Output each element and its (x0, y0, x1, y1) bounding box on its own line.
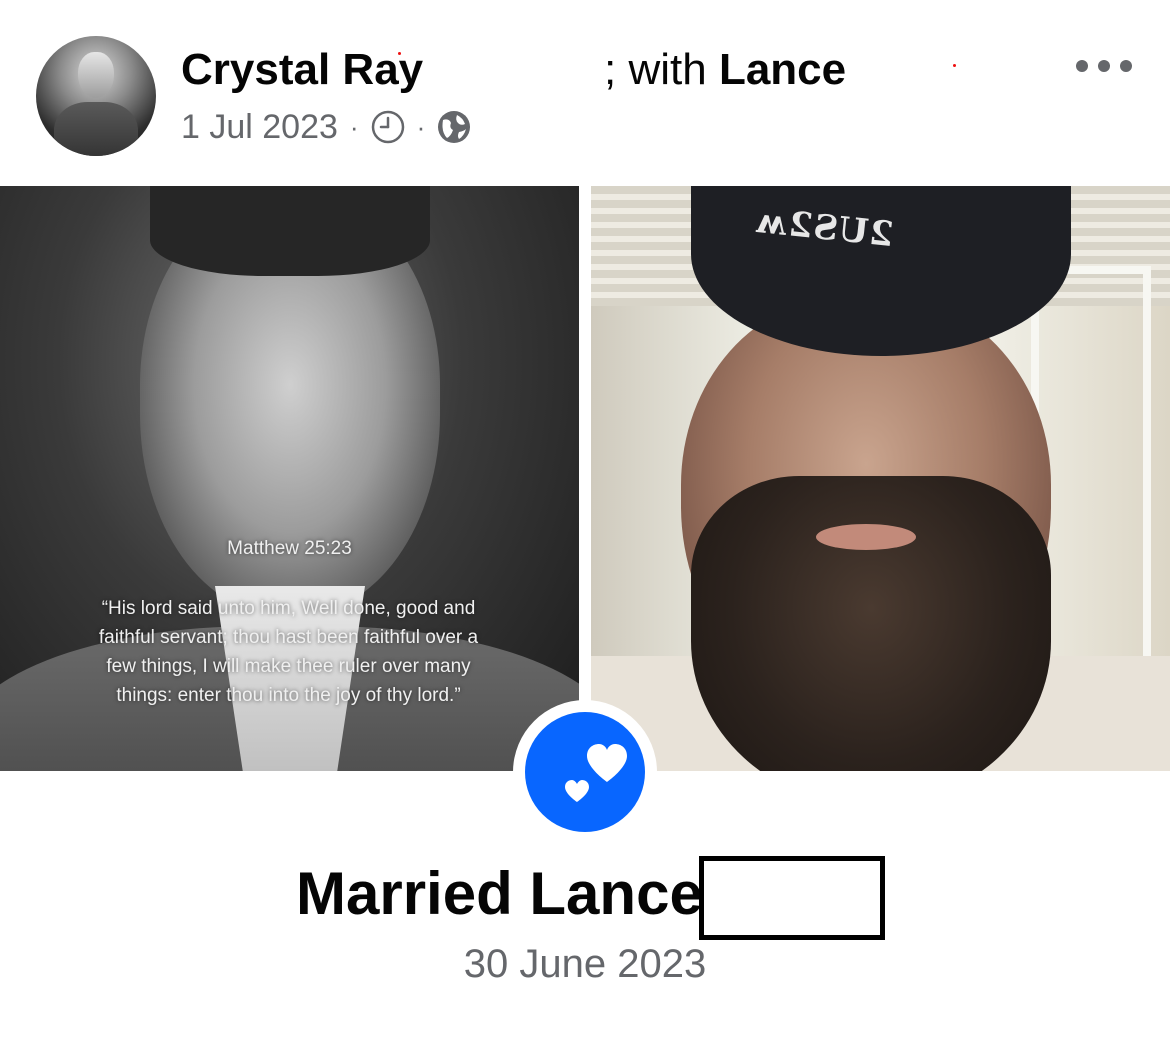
right-photo-beard (691, 476, 1051, 771)
red-dot-marker (953, 64, 956, 67)
verse-reference: Matthew 25:23 (227, 538, 352, 559)
right-photo[interactable]: 2US2ʍ (591, 186, 1170, 771)
post-date[interactable]: 1 Jul 2023 (181, 108, 338, 147)
right-photo-mouth (816, 524, 916, 550)
tagged-person-link[interactable]: Lance (719, 45, 846, 94)
tagged-with-line: ; with Lance (604, 44, 846, 96)
redaction-box (699, 856, 885, 940)
meta-separator: · (349, 111, 359, 142)
post-meta: 1 Jul 2023 · · (181, 106, 471, 148)
life-event-date: 30 June 2023 (463, 942, 707, 986)
verse-quote: “His lord said unto him, Well done, good… (98, 598, 479, 706)
life-event-badge (513, 700, 657, 844)
more-horizontal-icon (1076, 60, 1088, 72)
author-name[interactable]: Crystal Ray (181, 44, 423, 96)
with-text: ; with (604, 45, 707, 94)
left-photo[interactable]: Matthew 25:23 “His lord said unto him, W… (0, 186, 579, 771)
red-dot-marker (398, 52, 401, 55)
clock-icon (371, 110, 404, 144)
life-event-title: Married Lance (296, 860, 703, 927)
more-horizontal-icon (1098, 60, 1110, 72)
author-avatar[interactable] (36, 36, 156, 156)
avatar-figure-body (54, 102, 138, 156)
hearts-icon (565, 744, 627, 802)
more-options-button[interactable] (1076, 46, 1132, 86)
avatar-figure-head (78, 52, 114, 98)
right-photo-cap (691, 186, 1071, 356)
more-horizontal-icon (1120, 60, 1132, 72)
globe-icon[interactable] (437, 110, 471, 144)
post-header: Crystal Ray ; with Lance 1 Jul 2023 · · (0, 0, 1170, 186)
meta-separator: · (416, 111, 426, 142)
left-photo-hair (150, 186, 430, 276)
